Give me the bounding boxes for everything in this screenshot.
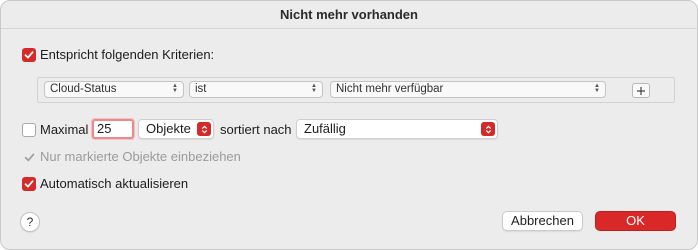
rule-field-value: Cloud-Status xyxy=(50,83,117,95)
match-criteria-checkbox[interactable] xyxy=(22,48,36,62)
live-update-label: Automatisch aktualisieren xyxy=(40,176,189,191)
limit-checkbox[interactable] xyxy=(22,123,36,137)
dialog-title: Nicht mehr vorhanden xyxy=(280,7,418,22)
checkmark-icon xyxy=(24,51,34,59)
title-divider xyxy=(1,28,697,29)
limit-amount-input[interactable]: 25 xyxy=(92,119,134,139)
updown-arrows-icon: ▲ ▼ xyxy=(311,83,317,94)
updown-arrows-icon: ▲ ▼ xyxy=(594,83,600,94)
smart-playlist-dialog: Nicht mehr vorhanden Entspricht folgende… xyxy=(0,0,698,250)
sort-order-select[interactable]: Zufällig xyxy=(296,119,498,139)
cancel-button[interactable]: Abbrechen xyxy=(502,211,583,231)
rule-value-popup[interactable]: Nicht mehr verfügbar ▲ ▼ xyxy=(330,81,606,98)
add-rule-button[interactable] xyxy=(632,83,650,98)
only-checked-checkbox xyxy=(22,150,36,164)
only-checked-label: Nur markierte Objekte einbeziehen xyxy=(40,149,241,164)
checkmark-icon xyxy=(24,180,34,188)
plus-icon xyxy=(637,86,645,95)
rule-operator-popup[interactable]: ist ▲ ▼ xyxy=(189,81,323,98)
rule-value-value: Nicht mehr verfügbar xyxy=(336,83,444,95)
ok-button[interactable]: OK xyxy=(595,211,676,231)
sorted-by-label: sortiert nach xyxy=(220,122,292,137)
rule-field-popup[interactable]: Cloud-Status ▲ ▼ xyxy=(44,81,184,98)
limit-unit-select[interactable]: Objekte xyxy=(138,119,214,139)
limit-label: Maximal xyxy=(40,122,89,137)
live-update-checkbox[interactable] xyxy=(22,177,36,191)
updown-stepper-icon xyxy=(481,122,495,136)
checkmark-icon xyxy=(24,153,34,161)
sort-order-value: Zufällig xyxy=(304,121,346,136)
updown-stepper-icon xyxy=(197,122,211,136)
help-button[interactable]: ? xyxy=(20,212,40,232)
limit-unit-value: Objekte xyxy=(146,121,191,136)
updown-arrows-icon: ▲ ▼ xyxy=(172,83,178,94)
match-criteria-label: Entspricht folgenden Kriterien: xyxy=(40,47,215,62)
rule-operator-value: ist xyxy=(195,83,207,95)
